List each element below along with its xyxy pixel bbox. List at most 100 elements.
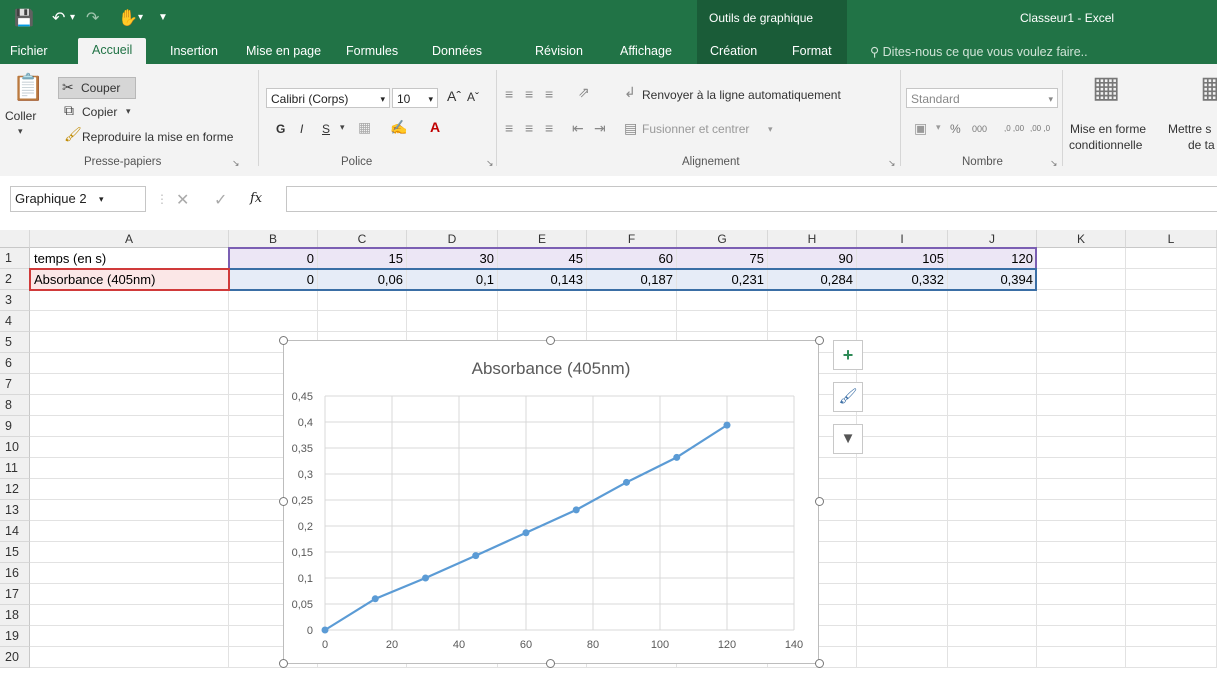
cell-e3[interactable]: [498, 290, 587, 311]
resize-handle-top-right[interactable]: [815, 336, 824, 345]
cell-a8[interactable]: [30, 395, 229, 416]
cell-i15[interactable]: [857, 542, 948, 563]
cell-c2[interactable]: 0,06: [318, 269, 407, 290]
cell-i14[interactable]: [857, 521, 948, 542]
column-header-d[interactable]: D: [407, 230, 498, 248]
cell-g4[interactable]: [677, 311, 768, 332]
copy-icon[interactable]: ⧉: [64, 102, 74, 119]
format-table-button[interactable]: Mettre s: [1168, 122, 1211, 136]
cell-g2[interactable]: 0,231: [677, 269, 768, 290]
cell-l2[interactable]: [1126, 269, 1217, 290]
cell-k7[interactable]: [1037, 374, 1126, 395]
paste-button[interactable]: Coller: [5, 109, 36, 123]
cell-i3[interactable]: [857, 290, 948, 311]
cell-k16[interactable]: [1037, 563, 1126, 584]
cell-a2[interactable]: Absorbance (405nm): [30, 269, 229, 290]
cell-l17[interactable]: [1126, 584, 1217, 605]
cell-g1[interactable]: 75: [677, 248, 768, 269]
cell-j15[interactable]: [948, 542, 1037, 563]
paste-dropdown-icon[interactable]: ▾: [18, 126, 23, 137]
cell-j1[interactable]: 120: [948, 248, 1037, 269]
cell-k14[interactable]: [1037, 521, 1126, 542]
cell-j5[interactable]: [948, 332, 1037, 353]
cell-k6[interactable]: [1037, 353, 1126, 374]
tab-fichier[interactable]: Fichier: [10, 44, 48, 58]
underline-dropdown-icon[interactable]: ▾: [340, 122, 345, 133]
cell-i13[interactable]: [857, 500, 948, 521]
chart-filters-button[interactable]: ▼: [833, 424, 863, 454]
column-header-c[interactable]: C: [318, 230, 407, 248]
cell-i19[interactable]: [857, 626, 948, 647]
cell-a12[interactable]: [30, 479, 229, 500]
bold-button[interactable]: G: [276, 122, 285, 136]
cell-j6[interactable]: [948, 353, 1037, 374]
currency-icon[interactable]: ▣: [914, 120, 927, 137]
resize-handle-bottom-right[interactable]: [815, 659, 824, 668]
resize-handle-bottom[interactable]: [546, 659, 555, 668]
chart-styles-button[interactable]: 🖌: [833, 382, 863, 412]
cancel-icon[interactable]: ✕: [176, 190, 189, 210]
row-header-6[interactable]: 6: [0, 353, 30, 374]
row-header-18[interactable]: 18: [0, 605, 30, 626]
cell-k10[interactable]: [1037, 437, 1126, 458]
cell-j19[interactable]: [948, 626, 1037, 647]
cell-i1[interactable]: 105: [857, 248, 948, 269]
tab-formules[interactable]: Formules: [346, 44, 398, 58]
increase-indent-icon[interactable]: ⇥: [594, 120, 606, 137]
cell-l1[interactable]: [1126, 248, 1217, 269]
tab-affichage[interactable]: Affichage: [620, 44, 672, 58]
merge-dropdown-icon[interactable]: ▾: [768, 124, 773, 135]
touch-dropdown-icon[interactable]: ▾: [138, 12, 143, 23]
italic-button[interactable]: I: [300, 122, 303, 136]
merge-center-button[interactable]: Fusionner et centrer: [642, 122, 749, 136]
cell-a15[interactable]: [30, 542, 229, 563]
tab-accueil[interactable]: Accueil: [78, 38, 147, 64]
cell-a16[interactable]: [30, 563, 229, 584]
cell-f2[interactable]: 0,187: [587, 269, 677, 290]
cell-i8[interactable]: [857, 395, 948, 416]
cell-b2[interactable]: 0: [229, 269, 318, 290]
undo-icon[interactable]: ↶: [52, 8, 65, 28]
cell-l9[interactable]: [1126, 416, 1217, 437]
cell-a11[interactable]: [30, 458, 229, 479]
cell-a14[interactable]: [30, 521, 229, 542]
thousands-button[interactable]: 000: [972, 124, 987, 134]
cell-c1[interactable]: 15: [318, 248, 407, 269]
cell-l4[interactable]: [1126, 311, 1217, 332]
resize-handle-top-left[interactable]: [279, 336, 288, 345]
column-header-f[interactable]: F: [587, 230, 677, 248]
cell-l16[interactable]: [1126, 563, 1217, 584]
cell-l6[interactable]: [1126, 353, 1217, 374]
cell-a18[interactable]: [30, 605, 229, 626]
undo-dropdown-icon[interactable]: ▾: [70, 12, 75, 23]
row-header-19[interactable]: 19: [0, 626, 30, 647]
cell-h2[interactable]: 0,284: [768, 269, 857, 290]
cell-a4[interactable]: [30, 311, 229, 332]
tab-insertion[interactable]: Insertion: [170, 44, 218, 58]
cell-i6[interactable]: [857, 353, 948, 374]
row-header-10[interactable]: 10: [0, 437, 30, 458]
fill-color-icon[interactable]: ✍: [390, 119, 407, 136]
cell-l5[interactable]: [1126, 332, 1217, 353]
cell-g3[interactable]: [677, 290, 768, 311]
cell-a20[interactable]: [30, 647, 229, 668]
touch-mode-icon[interactable]: ✋: [118, 8, 138, 28]
chart-title[interactable]: Absorbance (405nm): [472, 359, 631, 378]
formula-input[interactable]: [286, 186, 1217, 212]
cell-k18[interactable]: [1037, 605, 1126, 626]
font-color-icon[interactable]: A: [430, 119, 440, 135]
cell-l11[interactable]: [1126, 458, 1217, 479]
insert-function-icon[interactable]: fx: [250, 191, 262, 206]
cell-i17[interactable]: [857, 584, 948, 605]
cell-j14[interactable]: [948, 521, 1037, 542]
tab-donnees[interactable]: Données: [432, 44, 482, 58]
cell-a6[interactable]: [30, 353, 229, 374]
cut-button[interactable]: ✂ Couper: [58, 77, 136, 99]
cell-i16[interactable]: [857, 563, 948, 584]
cell-f4[interactable]: [587, 311, 677, 332]
borders-icon[interactable]: ▦: [358, 119, 371, 136]
resize-handle-left[interactable]: [279, 497, 288, 506]
row-header-14[interactable]: 14: [0, 521, 30, 542]
percent-button[interactable]: %: [950, 122, 961, 136]
cell-l19[interactable]: [1126, 626, 1217, 647]
